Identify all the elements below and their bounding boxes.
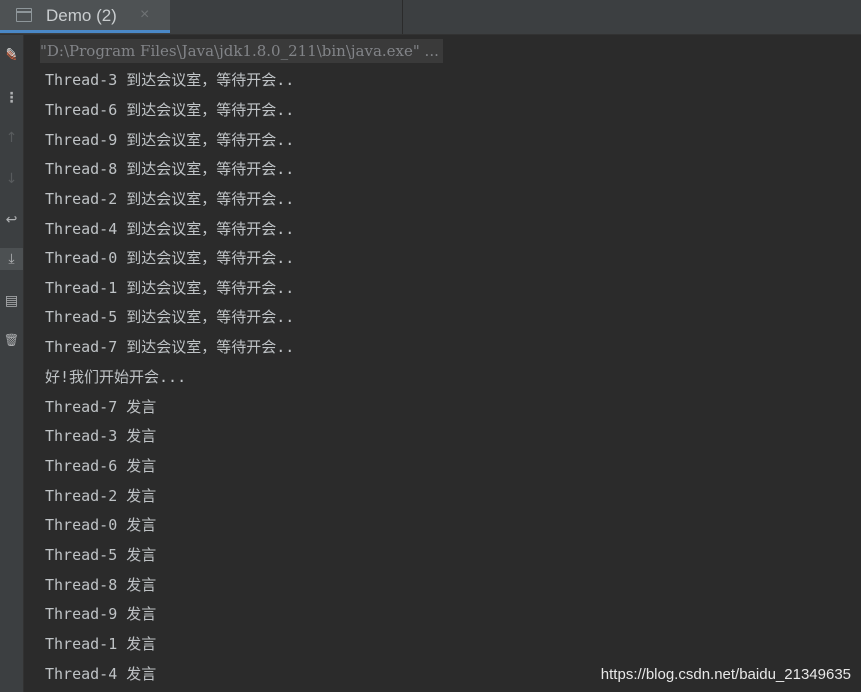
output-line: Thread-4 到达会议室，等待开会.. (45, 220, 295, 238)
watermark: https://blog.csdn.net/baidu_21349635 (600, 666, 851, 683)
run-command-line: "D:\Program Files\Java\jdk1.8.0_211\bin\… (40, 39, 443, 63)
output-line: Thread-0 到达会议室，等待开会.. (45, 249, 295, 267)
output-line: Thread-8 发言 (45, 576, 157, 594)
trash-icon[interactable]: 🗑 (0, 329, 23, 351)
close-icon[interactable]: × (140, 6, 149, 24)
output-line: Thread-9 发言 (45, 605, 157, 623)
output-line: Thread-7 发言 (45, 398, 157, 416)
output-line: Thread-3 到达会议室，等待开会.. (45, 71, 295, 89)
soft-wrap-icon[interactable]: ↩ (0, 209, 23, 231)
console-window-icon (16, 8, 32, 22)
output-line: Thread-2 到达会议室，等待开会.. (45, 190, 295, 208)
output-line: Thread-9 到达会议室，等待开会.. (45, 131, 295, 149)
scroll-to-end-icon[interactable]: ⤓ (0, 248, 23, 270)
output-line: Thread-0 发言 (45, 516, 157, 534)
up-arrow-icon[interactable]: ↑ (0, 127, 23, 149)
tab-divider (402, 0, 403, 34)
console-toolbar: ✎ ⋮ ↑ ↓ ↩ ⤓ ▤ 🗑 (0, 35, 24, 692)
more-icon[interactable]: ⋮ (0, 87, 23, 109)
print-icon[interactable]: ▤ (0, 290, 23, 312)
output-line: Thread-4 发言 (45, 665, 157, 683)
tab-demo[interactable]: Demo (2) × (0, 0, 170, 33)
output-line: Thread-6 发言 (45, 457, 157, 475)
output-line: Thread-5 到达会议室，等待开会.. (45, 308, 295, 326)
output-line: Thread-7 到达会议室，等待开会.. (45, 338, 295, 356)
console-output[interactable]: "D:\Program Files\Java\jdk1.8.0_211\bin\… (24, 35, 861, 692)
output-line: Thread-6 到达会议室，等待开会.. (45, 101, 295, 119)
edit-icon[interactable]: ✎ (0, 43, 23, 65)
output-line: Thread-5 发言 (45, 546, 157, 564)
output-line: Thread-1 发言 (45, 635, 157, 653)
output-line: Thread-3 发言 (45, 427, 157, 445)
output-line: Thread-8 到达会议室，等待开会.. (45, 160, 295, 178)
tool-window-tab-bar: Demo (2) × (0, 0, 861, 35)
output-line: Thread-1 到达会议室，等待开会.. (45, 279, 295, 297)
output-line: 好!我们开始开会... (45, 368, 187, 386)
down-arrow-icon[interactable]: ↓ (0, 168, 23, 190)
tab-title: Demo (2) (46, 6, 117, 25)
output-line: Thread-2 发言 (45, 487, 157, 505)
